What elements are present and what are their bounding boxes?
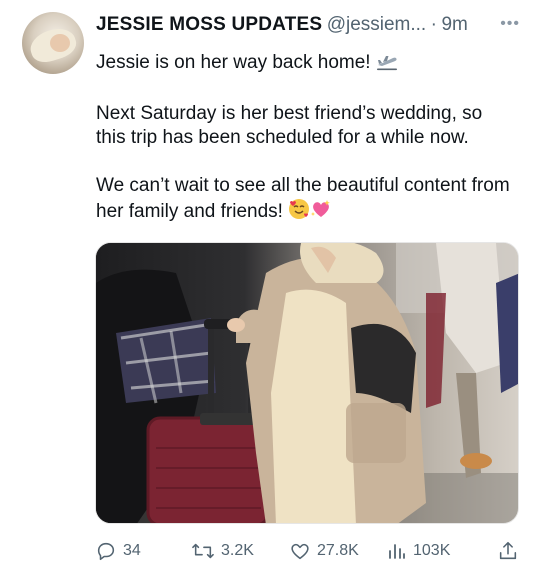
display-name[interactable]: JESSIE MOSS UPDATES xyxy=(96,14,322,35)
airplane-departure-emoji xyxy=(376,53,398,78)
tweet-photo[interactable] xyxy=(95,242,519,524)
views-chart-icon xyxy=(389,544,405,559)
like-button[interactable]: 27.8K xyxy=(289,538,359,564)
retweet-button[interactable]: 3.2K xyxy=(191,538,254,564)
reply-count: 34 xyxy=(123,542,141,559)
reply-button[interactable]: 34 xyxy=(95,538,141,564)
smiling-face-with-hearts-emoji xyxy=(288,198,310,227)
tweet-text: Jessie is on her way back home! Next Sat… xyxy=(96,51,516,251)
share-icon xyxy=(499,541,517,560)
tweet-paragraph: Jessie is on her way back home! xyxy=(96,51,516,78)
tweet-paragraph: Next Saturday is her best friend’s weddi… xyxy=(96,103,483,148)
tweet-card: JESSIE MOSS UPDATES @jessiem... · 9m •••… xyxy=(0,0,540,581)
views-count: 103K xyxy=(413,542,451,559)
avatar[interactable] xyxy=(22,12,84,74)
reply-icon xyxy=(97,542,115,561)
tweet-paragraph-text: Jessie is on her way back home! xyxy=(96,52,376,73)
airport-photo xyxy=(96,243,518,523)
like-count: 27.8K xyxy=(317,542,359,559)
tweet-paragraph: We can’t wait to see all the beautiful c… xyxy=(96,174,516,227)
views-button[interactable]: 103K xyxy=(387,538,450,564)
separator-dot: · xyxy=(430,14,437,35)
retweet-count: 3.2K xyxy=(221,542,254,559)
avatar-face xyxy=(50,34,70,52)
tweet-header: JESSIE MOSS UPDATES @jessiem... · 9m ••• xyxy=(96,14,520,40)
tweet-actions: 34 3.2K 27.8K 103K xyxy=(95,538,519,564)
user-handle[interactable]: @jessiem... xyxy=(327,14,427,35)
sparkling-heart-emoji xyxy=(310,198,332,227)
share-button[interactable] xyxy=(497,538,525,564)
retweet-icon xyxy=(192,543,214,559)
heart-icon xyxy=(291,543,309,560)
timestamp[interactable]: 9m xyxy=(441,14,467,35)
more-horizontal-icon[interactable]: ••• xyxy=(500,14,520,34)
